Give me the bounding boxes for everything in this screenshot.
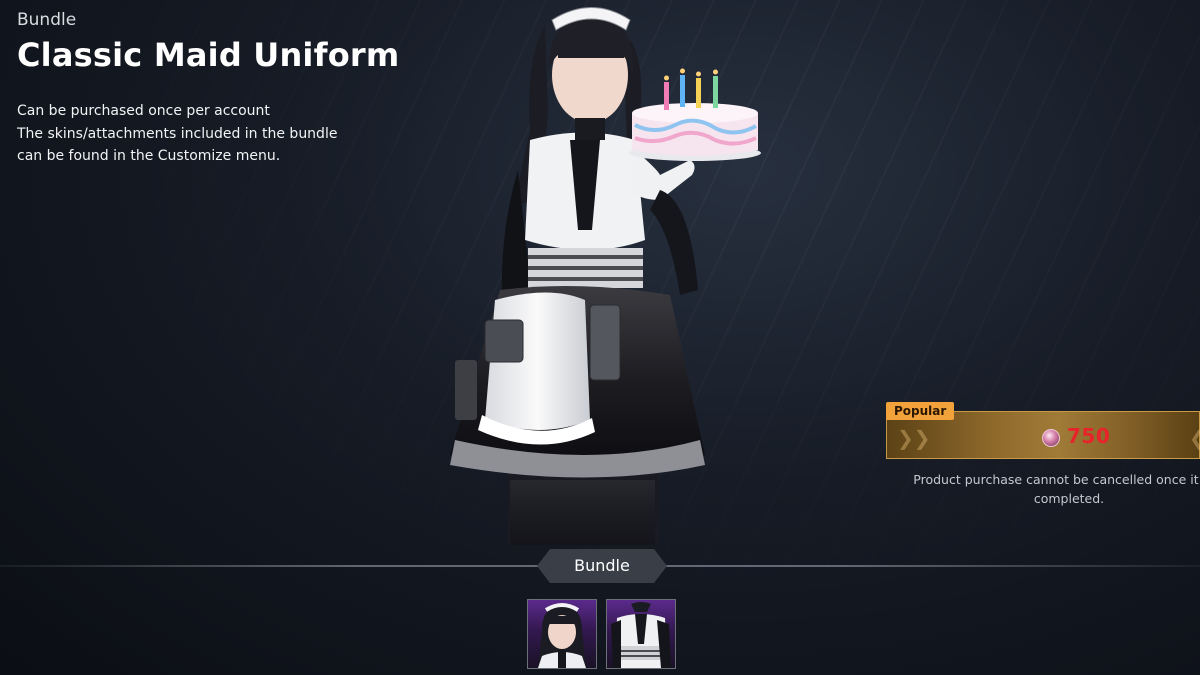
purchase-notice: Product purchase cannot be cancelled onc… (886, 470, 1200, 508)
category-label: Bundle (17, 10, 77, 30)
maid-headdress-thumbnail (538, 603, 586, 668)
bundle-item-outfit[interactable] (606, 599, 676, 669)
maid-outfit-thumbnail (611, 602, 671, 668)
premium-gem-icon (1042, 429, 1060, 447)
notice-line: completed. (1033, 491, 1105, 506)
description-line: Can be purchased once per account (17, 103, 270, 119)
bundle-item-headdress[interactable] (527, 599, 597, 669)
character-showcase[interactable] (430, 0, 770, 545)
chevron-right-icon: ❯❯ (897, 426, 931, 450)
price-value: 750 (1067, 424, 1111, 448)
chevron-left-icon: ❮ (1189, 426, 1200, 450)
bundle-description: Can be purchased once per account The sk… (17, 100, 377, 168)
description-line: The skins/attachments included in the bu… (17, 125, 338, 142)
bundle-section-label: Bundle (537, 549, 667, 583)
character-model-image (450, 7, 761, 545)
bundle-info: Bundle Classic Maid Uniform Can be purch… (17, 10, 399, 168)
notice-line: Product purchase cannot be cancelled onc… (913, 472, 1200, 487)
description-line: can be found in the Customize menu. (17, 148, 281, 164)
popular-badge: Popular (886, 402, 955, 420)
bundle-title: Classic Maid Uniform (17, 36, 400, 74)
